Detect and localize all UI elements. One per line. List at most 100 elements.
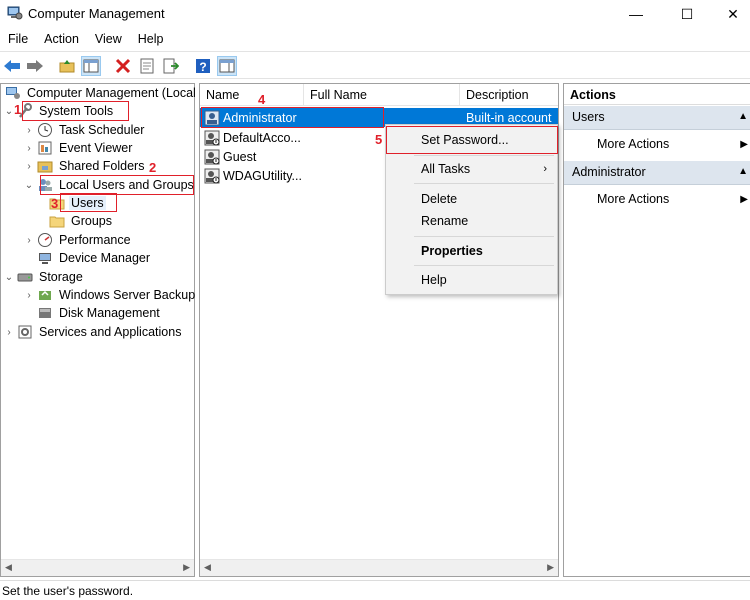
submenu-arrow-icon[interactable]: ▶ — [740, 194, 748, 205]
section-label: Users — [572, 110, 605, 124]
tree-horizontal-scrollbar[interactable]: ◀ ▶ — [1, 559, 194, 576]
menu-item-label: All Tasks — [421, 162, 471, 176]
properties-button[interactable] — [137, 56, 157, 76]
submenu-arrow-icon: › — [543, 163, 547, 175]
column-header-name[interactable]: Name — [200, 84, 304, 106]
scroll-right-icon[interactable]: ▶ — [183, 562, 190, 573]
disabled-user-icon — [204, 130, 220, 145]
services-icon — [17, 324, 33, 340]
tree-label: Disk Management — [59, 306, 160, 320]
actions-section-administrator[interactable]: Administrator ▲ — [564, 161, 750, 185]
menu-item-rename[interactable]: Rename — [386, 210, 557, 232]
column-header-full-name[interactable]: Full Name — [304, 84, 460, 106]
tree-label: Groups — [71, 214, 112, 228]
more-actions-administrator[interactable]: More Actions — [597, 192, 669, 206]
clock-icon — [37, 122, 53, 138]
delete-button[interactable] — [113, 56, 133, 76]
status-bar: Set the user's password. — [0, 580, 750, 600]
menu-separator — [414, 183, 554, 184]
forward-arrow-icon — [27, 60, 43, 72]
menu-separator — [414, 236, 554, 237]
tree-label: Shared Folders — [59, 159, 145, 173]
collapsed-chevron-icon[interactable]: › — [23, 125, 35, 136]
tree-item-performance[interactable]: › Performance — [23, 231, 133, 249]
disabled-user-icon — [204, 168, 220, 183]
submenu-arrow-icon[interactable]: ▶ — [740, 139, 748, 150]
actions-title: Actions — [564, 84, 750, 105]
section-label: Administrator — [572, 165, 646, 179]
scroll-left-icon[interactable]: ◀ — [5, 562, 12, 573]
toolbar: ? — [0, 51, 750, 79]
expanded-chevron-icon[interactable]: ⌄ — [23, 180, 35, 191]
menu-item-properties[interactable]: Properties — [386, 240, 557, 262]
menu-action[interactable]: Action — [36, 29, 87, 49]
annotation-number: 1 — [14, 102, 22, 117]
svg-text:?: ? — [199, 60, 206, 74]
backup-icon — [37, 287, 53, 303]
collapse-caret-icon[interactable]: ▲ — [738, 166, 748, 177]
tree-item-shared-folders[interactable]: › Shared Folders — [23, 157, 146, 175]
collapsed-chevron-icon[interactable]: › — [23, 143, 35, 154]
show-hide-action-pane-button[interactable] — [217, 56, 237, 76]
user-name: DefaultAcco... — [223, 130, 301, 145]
tree-item-storage[interactable]: ⌄ Storage — [3, 268, 85, 286]
storage-icon — [17, 269, 33, 285]
scroll-left-icon[interactable]: ◀ — [204, 562, 211, 573]
tree-label: Performance — [59, 233, 131, 247]
tree-label: Services and Applications — [39, 325, 182, 339]
show-hide-tree-button[interactable] — [81, 56, 101, 76]
menu-separator — [414, 265, 554, 266]
back-button[interactable] — [2, 56, 22, 76]
close-button[interactable]: ✕ — [710, 0, 750, 28]
help-button[interactable]: ? — [193, 56, 213, 76]
tree-label: Event Viewer — [59, 141, 133, 155]
folder-icon — [49, 213, 65, 229]
console-tree-icon — [83, 59, 99, 73]
actions-section-users[interactable]: Users ▲ — [564, 106, 750, 130]
tree-item-device-manager[interactable]: Device Manager — [35, 249, 152, 267]
title-bar: Computer Management — ☐ ✕ — [0, 0, 750, 28]
collapsed-chevron-icon[interactable]: › — [23, 235, 35, 246]
more-actions-users[interactable]: More Actions — [597, 137, 669, 151]
collapsed-chevron-icon[interactable]: › — [23, 161, 35, 172]
menu-view[interactable]: View — [87, 29, 130, 49]
tree-item-windows-server-backup[interactable]: › Windows Server Backup — [23, 286, 197, 304]
export-list-button[interactable] — [161, 56, 181, 76]
up-one-level-button[interactable] — [57, 56, 77, 76]
collapsed-chevron-icon[interactable]: › — [23, 290, 35, 301]
menu-item-all-tasks[interactable]: All Tasks › — [386, 158, 557, 180]
actions-pane: Actions Users ▲ More Actions ▶ Administr… — [563, 83, 750, 577]
computer-management-icon — [7, 6, 23, 20]
menu-item-help[interactable]: Help — [386, 269, 557, 291]
computer-management-icon — [5, 85, 21, 101]
back-arrow-icon — [4, 60, 20, 72]
forward-button[interactable] — [25, 56, 45, 76]
minimize-button[interactable]: — — [613, 0, 659, 28]
collapsed-chevron-icon[interactable]: › — [3, 327, 15, 338]
menu-separator — [414, 155, 554, 156]
tree-item-event-viewer[interactable]: › Event Viewer — [23, 139, 134, 157]
tree-item-services-apps[interactable]: › Services and Applications — [3, 323, 183, 341]
annotation-box-system-tools — [22, 101, 129, 121]
column-header-description[interactable]: Description — [460, 84, 558, 106]
tree-item-root[interactable]: Computer Management (Local — [3, 84, 198, 102]
expanded-chevron-icon[interactable]: ⌄ — [3, 272, 15, 283]
device-manager-icon — [37, 250, 53, 266]
disk-management-icon — [37, 305, 53, 321]
menu-bar: File Action View Help — [0, 29, 172, 49]
collapse-caret-icon[interactable]: ▲ — [738, 111, 748, 122]
tree-item-task-scheduler[interactable]: › Task Scheduler — [23, 121, 146, 139]
disabled-user-icon — [204, 149, 220, 164]
maximize-button[interactable]: ☐ — [664, 0, 710, 28]
tree-item-disk-management[interactable]: Disk Management — [35, 304, 162, 322]
menu-help[interactable]: Help — [130, 29, 172, 49]
tree-item-groups[interactable]: Groups — [47, 212, 114, 230]
properties-icon — [140, 58, 154, 74]
console-tree-pane: Computer Management (Local ⌄ System Tool… — [0, 83, 198, 577]
menu-item-delete[interactable]: Delete — [386, 188, 557, 210]
menu-file[interactable]: File — [0, 29, 36, 49]
scroll-right-icon[interactable]: ▶ — [547, 562, 554, 573]
list-horizontal-scrollbar[interactable]: ◀ ▶ — [200, 559, 558, 576]
annotation-box-set-password — [386, 126, 558, 154]
annotation-number: 2 — [149, 160, 157, 175]
